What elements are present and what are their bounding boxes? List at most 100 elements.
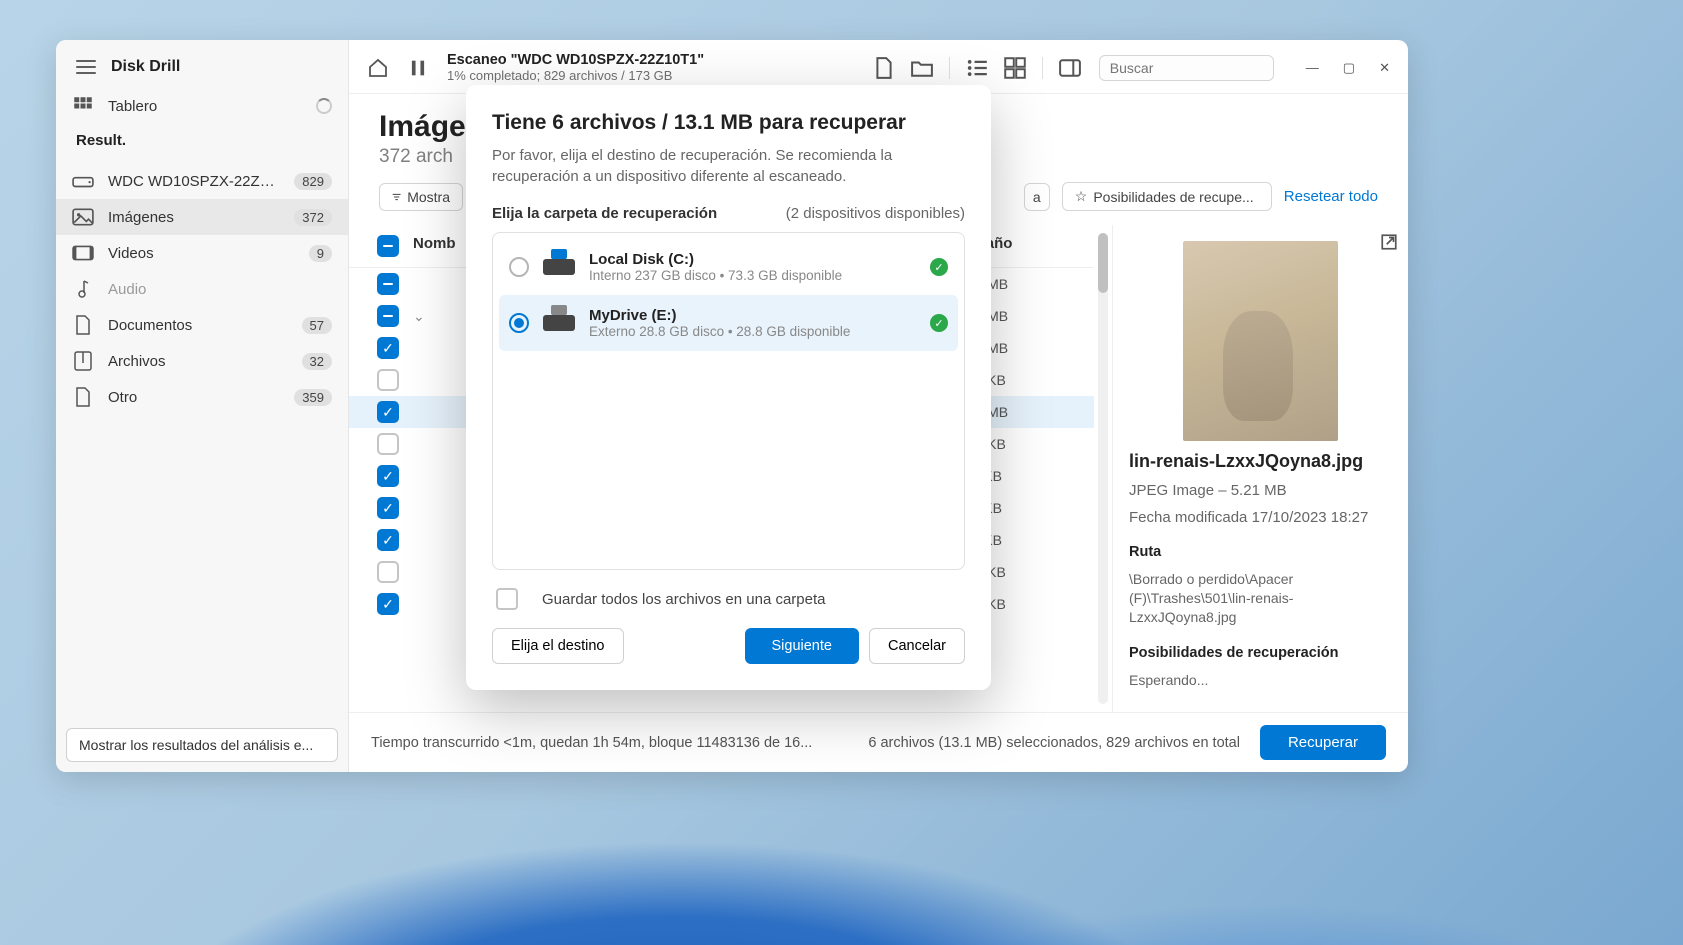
maximize-icon[interactable]: ▢ (1343, 60, 1355, 76)
sidebar-toggle-icon[interactable] (1059, 57, 1081, 79)
sidebar-count: 9 (309, 245, 332, 262)
sidebar-item-label: WDC WD10SPZX-22Z10... (108, 173, 280, 190)
list-icon[interactable] (966, 57, 988, 79)
sidebar-result-items: WDC WD10SPZX-22Z10... 829 Imágenes 372 V… (56, 157, 348, 421)
choose-destination-button[interactable]: Elija el destino (492, 628, 624, 664)
sidebar: Disk Drill Tablero Result. WDC WD10SPZX-… (56, 40, 349, 772)
file-icon (72, 387, 94, 407)
menu-icon[interactable] (76, 60, 96, 74)
footer: Tiempo transcurrido <1m, quedan 1h 54m, … (349, 712, 1408, 772)
filter-chance-button[interactable]: ☆ Posibilidades de recupe... (1062, 182, 1272, 211)
row-checkbox[interactable]: ✓ (377, 401, 399, 423)
check-icon: ✓ (930, 314, 948, 332)
chevron-down-icon[interactable]: ⌄ (413, 308, 425, 324)
filter-show-label: Mostra (407, 189, 450, 205)
disk-icon (543, 259, 575, 275)
save-all-checkbox[interactable] (496, 588, 518, 610)
sidebar-count: 372 (294, 209, 332, 226)
minimize-icon[interactable]: — (1306, 60, 1319, 76)
sidebar-item-videos[interactable]: Videos 9 (56, 235, 348, 271)
footer-selection: 6 archivos (13.1 MB) seleccionados, 829 … (868, 735, 1240, 751)
reset-all-link[interactable]: Resetear todo (1284, 188, 1378, 205)
sidebar-dashboard[interactable]: Tablero (56, 88, 348, 124)
sidebar-item-label: Tablero (108, 98, 302, 115)
sidebar-item-label: Audio (108, 281, 332, 298)
footer-status: Tiempo transcurrido <1m, quedan 1h 54m, … (371, 735, 812, 751)
sidebar-item-label: Archivos (108, 353, 288, 370)
device-item[interactable]: Local Disk (C:)Interno 237 GB disco • 73… (499, 239, 958, 295)
sidebar-item-documents[interactable]: Documentos 57 (56, 307, 348, 343)
folder-icon[interactable] (911, 57, 933, 79)
app-title: Disk Drill (111, 58, 180, 76)
drive-icon (72, 171, 94, 191)
check-icon: ✓ (930, 258, 948, 276)
row-checkbox[interactable] (377, 369, 399, 391)
detail-chance-label: Posibilidades de recuperación (1129, 645, 1392, 661)
toolbar-divider (949, 57, 950, 79)
modal-choose-label: Elija la carpeta de recuperación (492, 205, 717, 222)
home-icon[interactable] (367, 57, 389, 79)
next-button[interactable]: Siguiente (745, 628, 859, 664)
filter-a-button[interactable]: a (1024, 183, 1050, 211)
filter-show-button[interactable]: Mostra (379, 183, 463, 211)
toolbar-divider (1042, 57, 1043, 79)
row-checkbox[interactable]: ✓ (377, 497, 399, 519)
sidebar-item-label: Documentos (108, 317, 288, 334)
sidebar-item-audio[interactable]: Audio (56, 271, 348, 307)
sidebar-item-other[interactable]: Otro 359 (56, 379, 348, 415)
show-results-button[interactable]: Mostrar los resultados del análisis e... (66, 728, 338, 762)
document-icon (72, 315, 94, 335)
row-checkbox[interactable]: ✓ (377, 465, 399, 487)
device-name: MyDrive (E:) (589, 307, 916, 324)
device-sub: Externo 28.8 GB disco • 28.8 GB disponib… (589, 324, 916, 339)
sidebar-item-label: Otro (108, 389, 280, 406)
scrollbar[interactable] (1098, 233, 1108, 704)
modal-title: Tiene 6 archivos / 13.1 MB para recupera… (492, 111, 965, 135)
device-item[interactable]: MyDrive (E:)Externo 28.8 GB disco • 28.8… (499, 295, 958, 351)
star-icon: ☆ (1075, 188, 1088, 205)
device-name: Local Disk (C:) (589, 251, 916, 268)
device-list: Local Disk (C:)Interno 237 GB disco • 73… (492, 232, 965, 570)
row-checkbox[interactable]: ✓ (377, 337, 399, 359)
row-checkbox[interactable] (377, 273, 399, 295)
preview-image (1183, 241, 1338, 441)
detail-filename: lin-renais-LzxxJQoyna8.jpg (1129, 451, 1392, 472)
sidebar-count: 829 (294, 173, 332, 190)
detail-chance: Esperando... (1129, 671, 1392, 690)
sidebar-item-drive[interactable]: WDC WD10SPZX-22Z10... 829 (56, 163, 348, 199)
sidebar-count: 32 (302, 353, 332, 370)
row-checkbox[interactable]: ✓ (377, 529, 399, 551)
grid-icon (72, 96, 94, 116)
device-radio[interactable] (509, 257, 529, 277)
modal-available: (2 dispositivos disponibles) (786, 205, 965, 222)
cancel-button[interactable]: Cancelar (869, 628, 965, 664)
device-radio[interactable] (509, 313, 529, 333)
image-icon (72, 207, 94, 227)
archive-icon (72, 351, 94, 371)
open-external-icon[interactable] (1380, 233, 1398, 255)
recover-button[interactable]: Recuperar (1260, 725, 1386, 760)
row-checkbox[interactable] (377, 433, 399, 455)
row-checkbox[interactable] (377, 305, 399, 327)
detail-path-label: Ruta (1129, 544, 1392, 560)
search-input[interactable] (1110, 60, 1291, 76)
disk-icon (543, 315, 575, 331)
row-checkbox[interactable] (377, 561, 399, 583)
sidebar-count: 359 (294, 389, 332, 406)
grid-view-icon[interactable] (1004, 57, 1026, 79)
pause-icon[interactable] (407, 57, 429, 79)
audio-icon (72, 279, 94, 299)
close-icon[interactable]: ✕ (1379, 60, 1390, 76)
search-box[interactable] (1099, 55, 1274, 81)
sidebar-item-label: Videos (108, 245, 295, 262)
sidebar-item-archives[interactable]: Archivos 32 (56, 343, 348, 379)
sidebar-section-result: Result. (56, 124, 348, 157)
spinner-icon (316, 98, 332, 114)
header-checkbox[interactable] (377, 235, 399, 257)
detail-path: \Borrado o perdido\Apacer (F)\Trashes\50… (1129, 570, 1392, 627)
row-checkbox[interactable]: ✓ (377, 593, 399, 615)
detail-meta: JPEG Image – 5.21 MB (1129, 482, 1392, 499)
modal-desc: Por favor, elija el destino de recuperac… (492, 145, 965, 187)
sidebar-item-images[interactable]: Imágenes 372 (56, 199, 348, 235)
file-icon[interactable] (873, 57, 895, 79)
